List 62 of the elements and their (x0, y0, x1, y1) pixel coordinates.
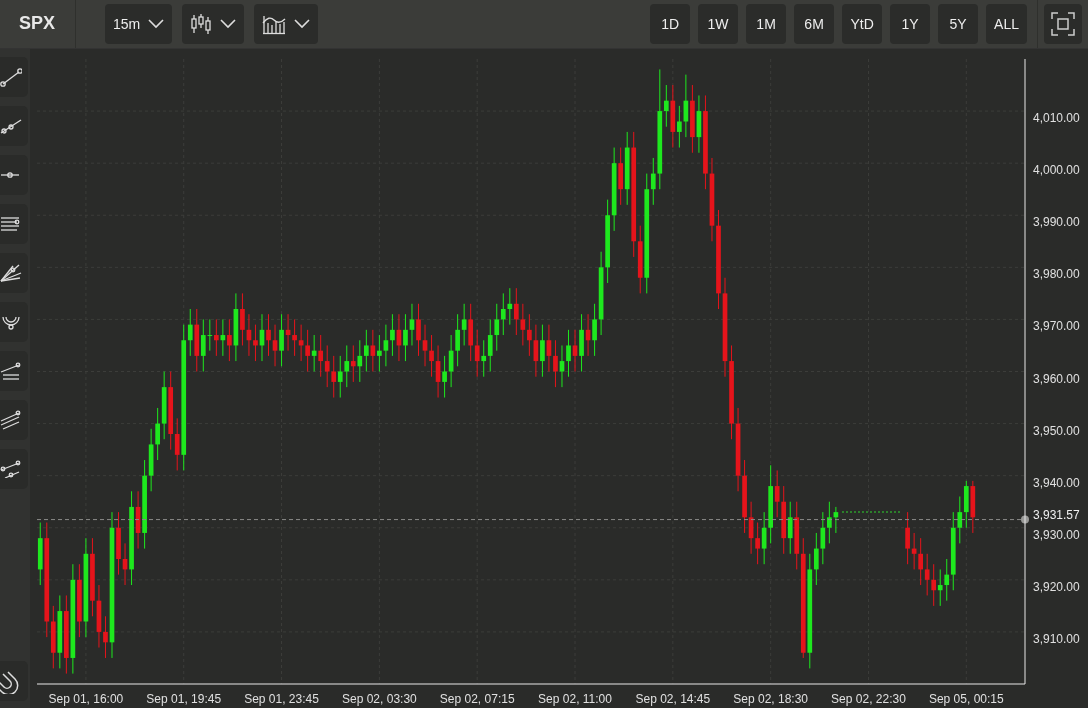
range-button[interactable]: 1M (746, 4, 787, 44)
range-button[interactable]: 1D (650, 4, 691, 44)
axis-label: Sep 02, 18:30 (733, 692, 809, 706)
drawing-tool-button[interactable] (0, 302, 28, 342)
drawing-tool-button[interactable] (0, 449, 28, 489)
arcs-icon (0, 314, 22, 330)
chart-type-dropdown[interactable] (182, 4, 245, 44)
ray-icon (0, 117, 22, 135)
axis-label: Sep 01, 16:00 (48, 692, 124, 706)
horizontal-line-icon (0, 172, 22, 178)
drawing-tool-button[interactable] (0, 253, 28, 293)
channel-lines-icon (0, 409, 22, 431)
axis-label: Sep 02, 14:45 (635, 692, 711, 706)
axis-label: Sep 02, 22:30 (831, 692, 906, 706)
parallel-lines-icon (0, 216, 22, 232)
drawing-tool-button[interactable] (0, 57, 28, 97)
range-button[interactable]: ALL (986, 4, 1027, 44)
range-button[interactable]: 6M (794, 4, 835, 44)
drawing-tool-button[interactable] (0, 351, 28, 391)
chevron-down-icon (148, 19, 165, 29)
indicators-dropdown[interactable] (254, 4, 319, 44)
axis-label: 3,910.00 (1033, 631, 1080, 646)
axis-label: 3,950.00 (1033, 423, 1080, 438)
axis-label: 4,000.00 (1033, 163, 1080, 178)
chart-indicator-icon (262, 13, 287, 35)
chevron-down-icon (294, 19, 311, 29)
drawing-tool-button[interactable] (0, 204, 28, 244)
drawing-tool-button[interactable] (0, 400, 28, 440)
axis-label: 3,970.00 (1033, 319, 1080, 334)
axis-label: Sep 01, 23:45 (244, 692, 319, 706)
gap-dotted-line (842, 511, 902, 514)
axis-label: 4,010.00 (1033, 111, 1080, 126)
axis-label: 3,920.00 (1033, 579, 1080, 594)
magnet-button[interactable] (0, 661, 28, 701)
range-button[interactable]: 5Y (938, 4, 979, 44)
candlestick-icon (190, 13, 213, 35)
axis-label: 3,930.00 (1033, 527, 1080, 542)
interval-dropdown[interactable]: 15m (105, 4, 173, 44)
axis-label: 3,960.00 (1033, 371, 1080, 386)
axis-label: Sep 02, 11:00 (538, 692, 612, 706)
trend-line-icon (0, 67, 22, 87)
symbol-title: SPX (0, 0, 76, 48)
fan-lines-icon (0, 263, 22, 283)
axis-label: 3,990.00 (1033, 215, 1080, 230)
axis-label: 3,980.00 (1033, 267, 1080, 282)
axis-label: Sep 05, 00:15 (928, 692, 1004, 706)
line-pairs-icon (0, 460, 22, 478)
axis-label: Sep 02, 07:15 (439, 692, 515, 706)
drawing-tool-button[interactable] (0, 155, 28, 195)
fullscreen-button[interactable] (1044, 4, 1082, 44)
axis-label: Sep 01, 19:45 (146, 692, 222, 706)
pitchfork-icon (0, 361, 22, 381)
drawing-tool-button[interactable] (0, 106, 28, 146)
range-button[interactable]: YtD (842, 4, 883, 44)
axis-label: Sep 02, 03:30 (342, 692, 417, 706)
fullscreen-icon (1051, 12, 1075, 36)
last-price-marker (1021, 515, 1029, 524)
range-button[interactable]: 1Y (890, 4, 931, 44)
range-button[interactable]: 1W (698, 4, 739, 44)
last-price-label: 3,931.57 (1033, 507, 1080, 522)
axis-label: 3,940.00 (1033, 475, 1080, 490)
chevron-down-icon (220, 19, 237, 29)
